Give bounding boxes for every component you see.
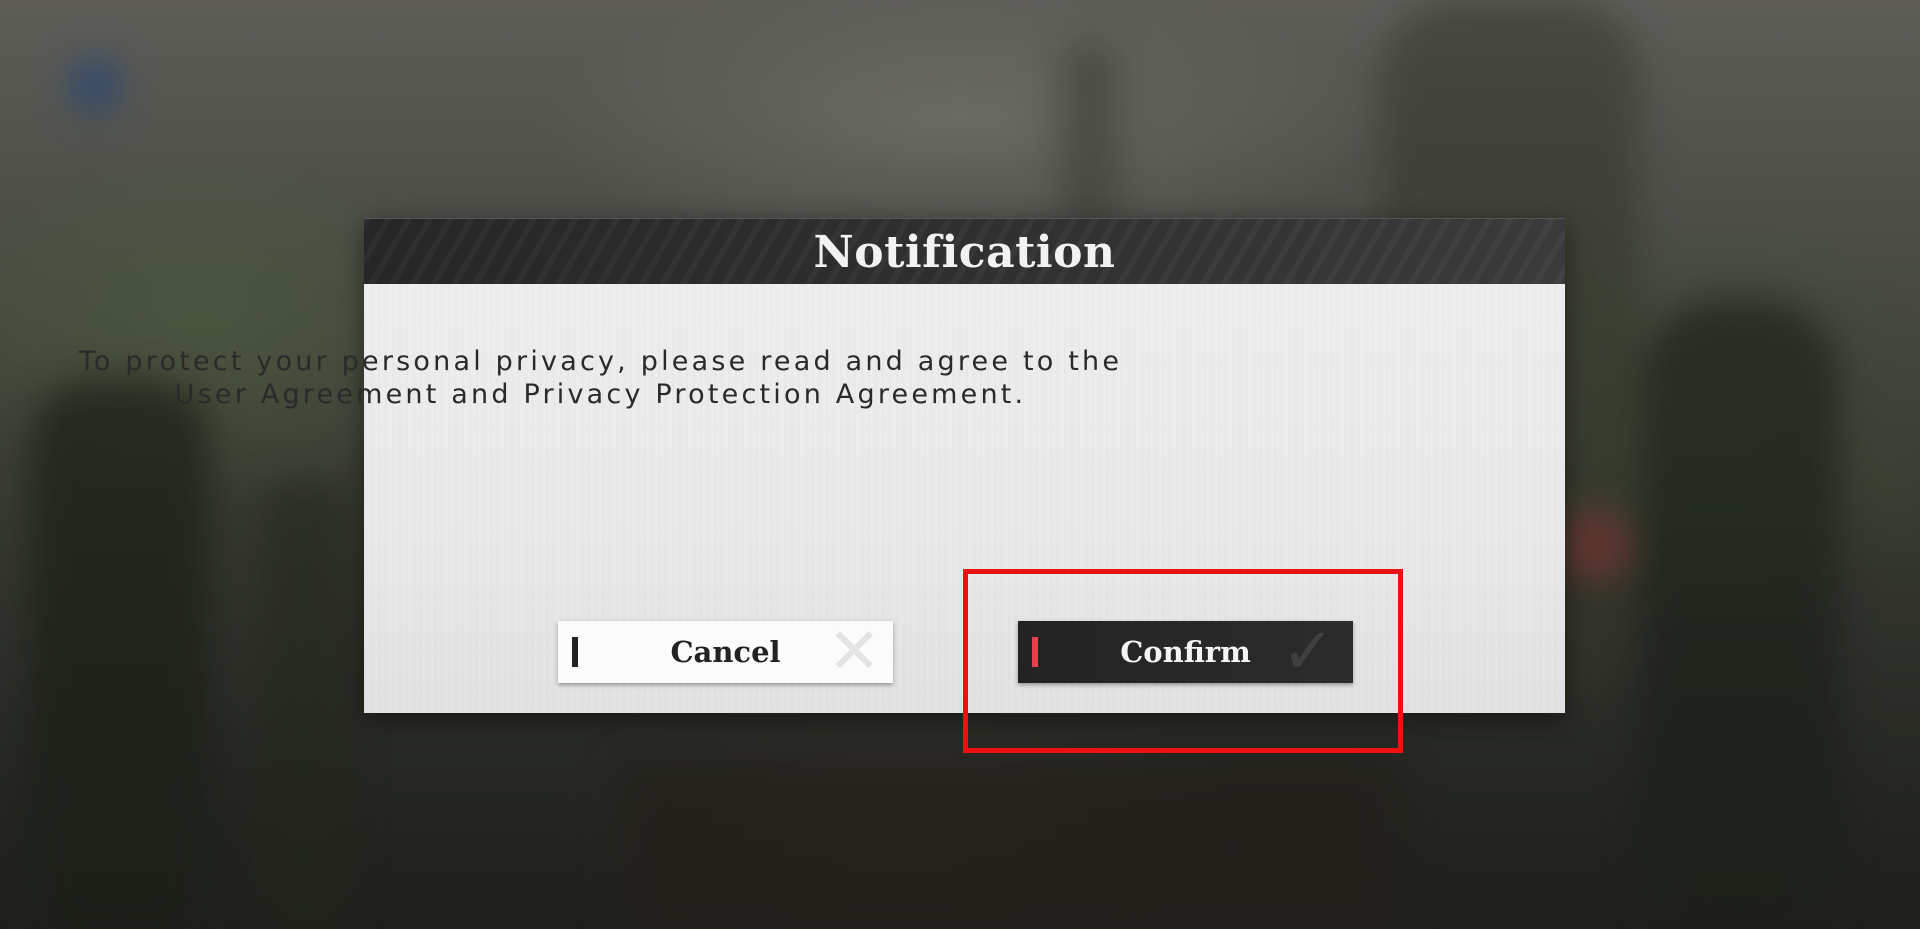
close-icon: ✕	[827, 621, 881, 683]
dialog-message: To protect your personal privacy, please…	[0, 345, 1201, 411]
cancel-button[interactable]: Cancel ✕	[558, 621, 893, 683]
confirm-button[interactable]: Confirm ✓	[1018, 621, 1353, 683]
message-line-1: To protect your personal privacy, please…	[78, 346, 1123, 377]
cancel-button-label: Cancel	[670, 635, 781, 669]
confirm-accent-bar	[1032, 637, 1038, 667]
confirm-button-label: Confirm	[1120, 635, 1251, 669]
checkmark-icon: ✓	[1281, 621, 1335, 683]
dialog-title: Notification	[813, 226, 1116, 278]
message-line-2: User Agreement and Privacy Protection Ag…	[174, 379, 1027, 410]
cancel-accent-bar	[572, 637, 578, 667]
notification-dialog: Notification ​	[364, 218, 1565, 713]
dialog-header: Notification	[364, 218, 1565, 285]
game-background: Notification ​ To protect your personal …	[0, 0, 1920, 929]
